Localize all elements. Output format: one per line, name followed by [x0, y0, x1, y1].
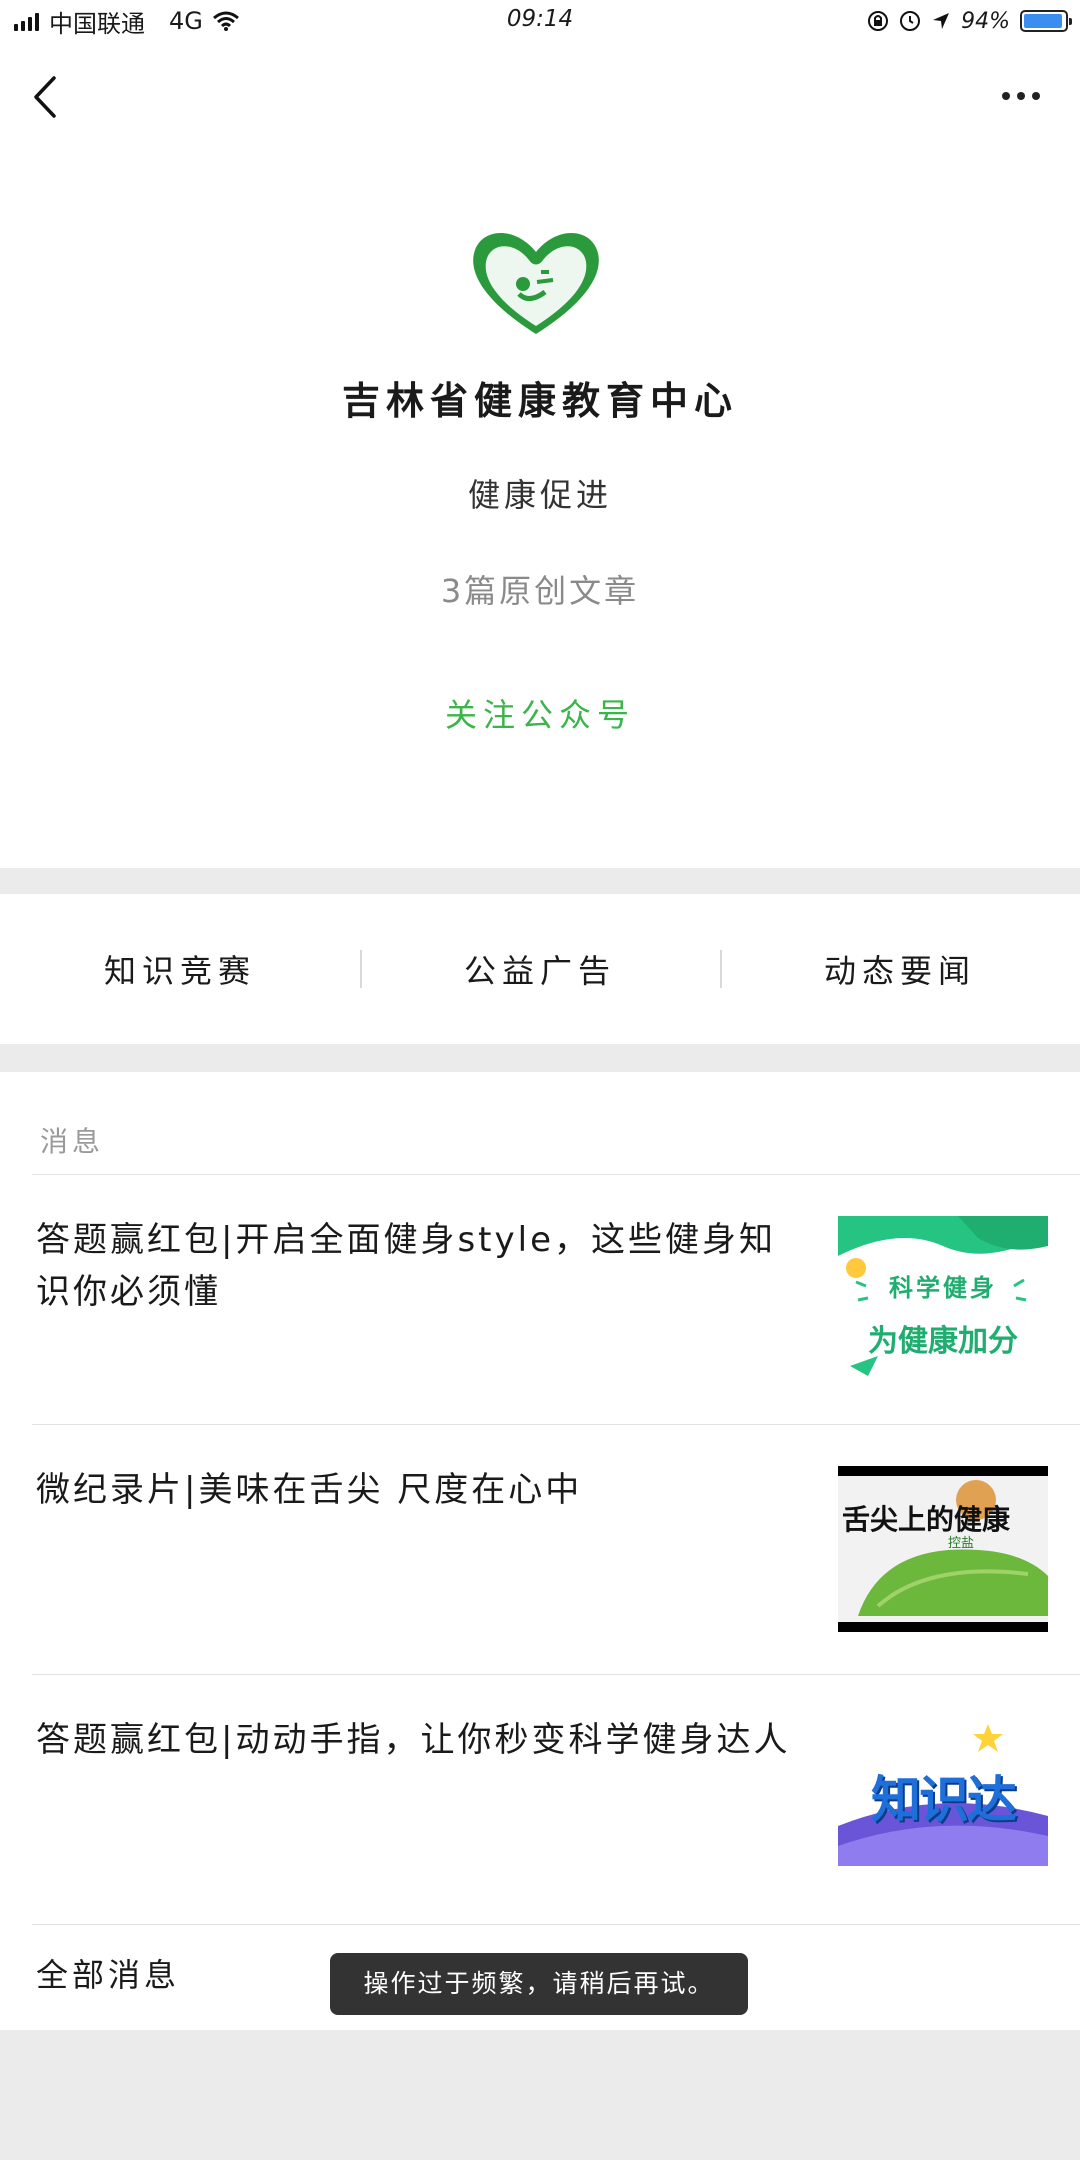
- more-dots-icon: [1002, 92, 1010, 100]
- thumb-line2: 为健康加分: [868, 1324, 1018, 1359]
- more-button[interactable]: [1002, 92, 1040, 100]
- section-title: 消息: [40, 1125, 105, 1158]
- location-icon: [933, 13, 950, 29]
- orientation-lock-icon: [868, 11, 889, 31]
- article-title: 微纪录片|美味在舌尖 尺度在心中: [36, 1470, 583, 1510]
- account-profile: 吉林省健康教育中心 健康促进 3篇原创文章 关注公众号: [0, 152, 1080, 868]
- article-thumbnail: 科学健身 为健康加分: [838, 1216, 1048, 1382]
- thumb-title: 舌尖上的健康: [842, 1503, 1011, 1536]
- back-button[interactable]: [28, 72, 68, 122]
- thumb-subtitle: 控盐: [948, 1536, 975, 1551]
- article-title: 答题赢红包|动动手指，让你秒变科学健身达人: [36, 1720, 791, 1760]
- battery-percent: 94%: [961, 8, 1010, 34]
- menu-item-quiz[interactable]: 知识竞赛: [0, 894, 360, 1044]
- navbar: [0, 42, 1080, 152]
- account-description: 健康促进: [467, 476, 612, 514]
- toast-message: 操作过于频繁，请稍后再试。: [330, 1953, 748, 2015]
- thumb-line1: 科学健身: [889, 1274, 997, 1302]
- account-menu: 知识竞赛 公益广告 动态要闻: [0, 894, 1080, 1044]
- article-item[interactable]: 答题赢红包|开启全面健身style，这些健身知识你必须懂 科学健身 为健康加分: [0, 1174, 1080, 1424]
- follow-button[interactable]: 关注公众号: [0, 690, 1080, 736]
- status-bar: 中国联通 4G 09:14 94%: [0, 0, 1080, 42]
- all-messages-link[interactable]: 全部消息: [36, 1950, 180, 1996]
- battery-icon: [1020, 10, 1072, 32]
- article-thumbnail: 知识达: [838, 1716, 1048, 1882]
- menu-item-public-ads[interactable]: 公益广告: [360, 894, 720, 1044]
- chevron-left-icon: [34, 76, 56, 118]
- messages-section: 消息 答题赢红包|开启全面健身style，这些健身知识你必须懂 科学健身 为健康…: [0, 1072, 1080, 2030]
- account-name: 吉林省健康教育中心: [341, 379, 738, 423]
- divider: [32, 1924, 1080, 1925]
- article-thumbnail: 舌尖上的健康 控盐: [838, 1466, 1048, 1632]
- menu-item-news[interactable]: 动态要闻: [720, 894, 1080, 1044]
- original-article-count: 3篇原创文章: [440, 572, 640, 610]
- thumb-title: 知识达: [871, 1771, 1017, 1829]
- article-item[interactable]: 答题赢红包|动动手指，让你秒变科学健身达人 知识达: [0, 1674, 1080, 1924]
- article-title: 答题赢红包|开启全面健身style，这些健身知识你必须懂: [36, 1220, 776, 1312]
- alarm-icon: [900, 11, 921, 31]
- account-logo: [473, 233, 599, 334]
- article-item[interactable]: 微纪录片|美味在舌尖 尺度在心中 舌尖上的健康 控盐: [0, 1424, 1080, 1674]
- status-right: 94%: [867, 4, 1072, 38]
